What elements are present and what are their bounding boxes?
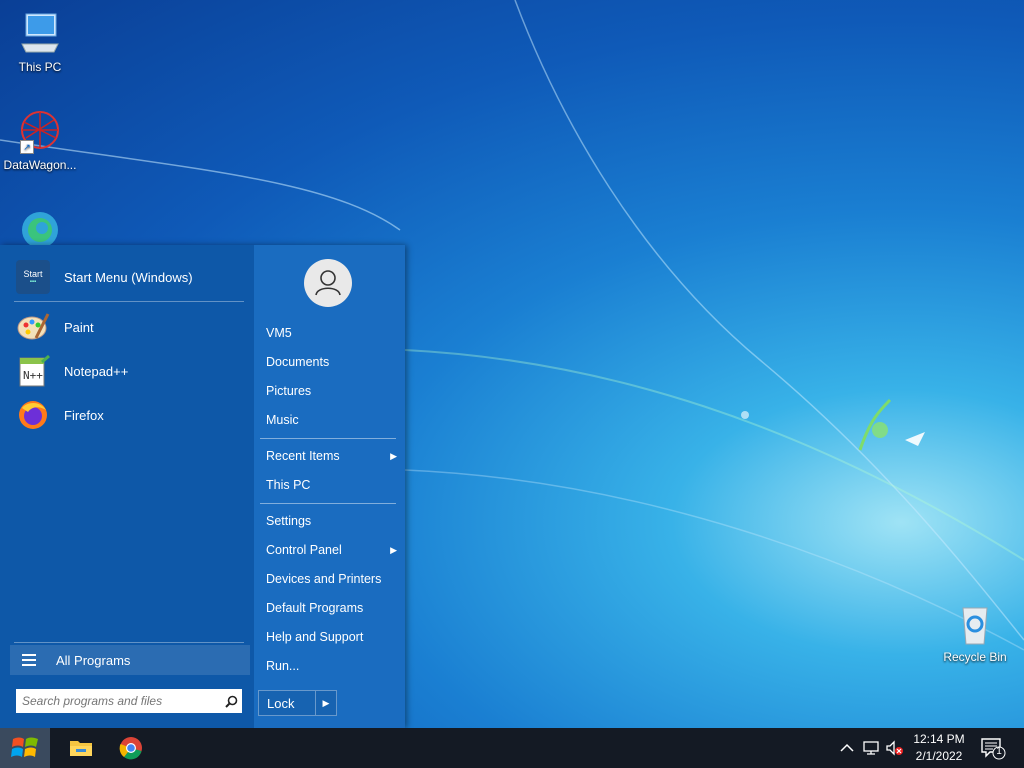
start-menu: Start ▪▪▪ Start Menu (Windows) Paint N++… bbox=[0, 245, 405, 728]
svg-text:N++: N++ bbox=[23, 369, 43, 382]
list-icon bbox=[22, 651, 36, 669]
datawagon-icon: ↗ bbox=[16, 108, 64, 156]
desktop-icon-recycle-bin[interactable]: Recycle Bin bbox=[935, 600, 1015, 664]
notepadpp-icon: N++ bbox=[16, 354, 50, 388]
right-item-control-panel[interactable]: Control Panel ▶ bbox=[266, 540, 401, 560]
start-menu-right-pane: VM5 Documents Pictures Music Recent Item… bbox=[254, 245, 405, 728]
right-item-run[interactable]: Run... bbox=[266, 656, 401, 676]
divider bbox=[260, 503, 396, 504]
program-item-notepadpp[interactable]: N++ Notepad++ bbox=[12, 351, 247, 391]
taskbar-file-explorer[interactable] bbox=[56, 728, 106, 768]
lock-options-arrow-icon[interactable]: ▶ bbox=[315, 691, 336, 715]
start-button[interactable] bbox=[0, 728, 50, 768]
search-icon[interactable] bbox=[220, 695, 242, 708]
chevron-up-icon[interactable] bbox=[837, 738, 857, 758]
all-programs-label: All Programs bbox=[56, 652, 131, 668]
desktop-icon-this-pc[interactable]: This PC bbox=[0, 10, 80, 74]
start-menu-app-icon: Start ▪▪▪ bbox=[16, 260, 50, 294]
clock-time: 12:14 PM bbox=[913, 732, 965, 746]
divider bbox=[14, 642, 244, 643]
program-label: Paint bbox=[64, 319, 94, 335]
taskbar: 12:14 PM 2/1/2022 1 bbox=[0, 728, 1024, 768]
program-label: Firefox bbox=[64, 407, 104, 423]
taskbar-chrome[interactable] bbox=[106, 728, 156, 768]
right-item-documents[interactable]: Documents bbox=[266, 352, 401, 372]
lock-label: Lock bbox=[267, 695, 295, 711]
paint-icon bbox=[16, 310, 50, 344]
start-menu-left-pane: Start ▪▪▪ Start Menu (Windows) Paint N++… bbox=[0, 245, 254, 728]
desktop-icon-datawagon[interactable]: ↗ DataWagon... bbox=[0, 108, 80, 172]
submenu-arrow-icon: ▶ bbox=[390, 545, 397, 555]
action-center-button[interactable]: 1 bbox=[980, 736, 1006, 760]
divider bbox=[260, 438, 396, 439]
right-item-username[interactable]: VM5 bbox=[266, 323, 401, 343]
right-item-pictures[interactable]: Pictures bbox=[266, 381, 401, 401]
network-icon[interactable] bbox=[861, 738, 881, 758]
file-explorer-icon bbox=[70, 741, 92, 756]
lock-button[interactable]: Lock ▶ bbox=[258, 690, 337, 716]
divider bbox=[14, 301, 244, 302]
program-item-paint[interactable]: Paint bbox=[12, 307, 247, 347]
notification-count: 1 bbox=[996, 746, 1002, 757]
user-icon bbox=[315, 270, 341, 296]
submenu-arrow-icon: ▶ bbox=[390, 451, 397, 461]
program-item-firefox[interactable]: Firefox bbox=[12, 395, 247, 435]
pinned-item-start-menu[interactable]: Start ▪▪▪ Start Menu (Windows) bbox=[12, 257, 247, 297]
computer-icon bbox=[16, 10, 64, 58]
search-box[interactable] bbox=[16, 689, 242, 713]
program-label: Notepad++ bbox=[64, 363, 129, 379]
chrome-icon bbox=[119, 737, 142, 760]
windows-start-icon bbox=[11, 737, 38, 757]
right-item-devices-printers[interactable]: Devices and Printers bbox=[266, 569, 401, 589]
right-item-help-support[interactable]: Help and Support bbox=[266, 627, 401, 647]
right-item-default-programs[interactable]: Default Programs bbox=[266, 598, 401, 618]
desktop-icon-label: This PC bbox=[18, 60, 62, 74]
all-programs-button[interactable]: All Programs bbox=[10, 645, 250, 675]
search-input[interactable] bbox=[16, 690, 220, 712]
system-clock[interactable]: 12:14 PM 2/1/2022 bbox=[906, 731, 972, 765]
user-avatar[interactable] bbox=[304, 259, 352, 307]
right-item-music[interactable]: Music bbox=[266, 410, 401, 430]
desktop-icon-label: Recycle Bin bbox=[943, 650, 1007, 664]
right-item-this-pc[interactable]: This PC bbox=[266, 475, 401, 495]
right-item-settings[interactable]: Settings bbox=[266, 511, 401, 531]
recycle-bin-icon bbox=[951, 600, 999, 648]
program-label: Start Menu (Windows) bbox=[64, 269, 193, 285]
firefox-icon bbox=[16, 398, 50, 432]
volume-muted-icon[interactable] bbox=[885, 738, 905, 758]
desktop-icon-label: DataWagon... bbox=[3, 158, 77, 172]
right-item-recent-items[interactable]: Recent Items ▶ bbox=[266, 446, 401, 466]
clock-date: 2/1/2022 bbox=[915, 749, 963, 763]
